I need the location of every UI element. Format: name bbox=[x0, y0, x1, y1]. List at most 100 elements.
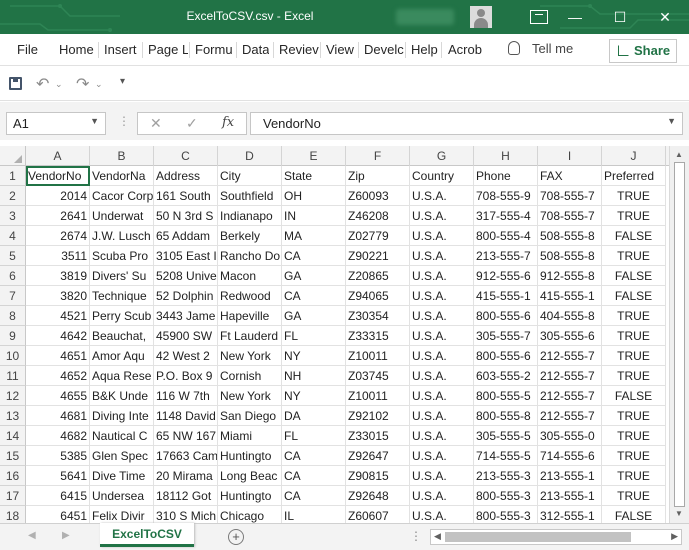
scroll-right-icon[interactable]: ▶ bbox=[671, 531, 678, 542]
table-cell[interactable]: Z03745 bbox=[346, 366, 410, 386]
header-cell[interactable]: Country bbox=[410, 166, 474, 186]
table-cell[interactable]: Diving Inte bbox=[90, 406, 154, 426]
table-cell[interactable]: 310 S Mich bbox=[154, 506, 218, 523]
header-cell[interactable]: VendorNa bbox=[90, 166, 154, 186]
table-cell[interactable]: Z20865 bbox=[346, 266, 410, 286]
table-cell[interactable]: 912-555-6 bbox=[474, 266, 538, 286]
table-cell[interactable]: 800-555-3 bbox=[474, 506, 538, 523]
header-cell[interactable]: Phone bbox=[474, 166, 538, 186]
table-cell[interactable]: 2674 bbox=[26, 226, 90, 246]
table-cell[interactable]: TRUE bbox=[602, 326, 666, 346]
table-cell[interactable]: B&K Unde bbox=[90, 386, 154, 406]
cancel-icon[interactable]: ✕ bbox=[150, 115, 162, 132]
table-cell[interactable]: 708-555-9 bbox=[474, 186, 538, 206]
table-cell[interactable]: FALSE bbox=[602, 266, 666, 286]
column-header[interactable]: I bbox=[538, 146, 602, 166]
table-cell[interactable]: 65 NW 167 bbox=[154, 426, 218, 446]
table-cell[interactable]: Berkely bbox=[218, 226, 282, 246]
table-cell[interactable]: TRUE bbox=[602, 486, 666, 506]
table-cell[interactable]: Technique bbox=[90, 286, 154, 306]
table-cell[interactable]: U.S.A. bbox=[410, 326, 474, 346]
table-cell[interactable]: U.S.A. bbox=[410, 446, 474, 466]
table-cell[interactable]: FALSE bbox=[602, 286, 666, 306]
table-cell[interactable]: 3105 East I bbox=[154, 246, 218, 266]
maximize-button[interactable]: ☐ bbox=[612, 8, 628, 26]
table-cell[interactable]: 404-555-8 bbox=[538, 306, 602, 326]
table-cell[interactable]: Z90221 bbox=[346, 246, 410, 266]
table-cell[interactable]: TRUE bbox=[602, 446, 666, 466]
table-cell[interactable]: 508-555-8 bbox=[538, 246, 602, 266]
table-cell[interactable]: Z46208 bbox=[346, 206, 410, 226]
customize-toolbar-icon[interactable]: ▾ bbox=[120, 76, 125, 87]
table-cell[interactable]: 800-555-8 bbox=[474, 406, 538, 426]
column-header[interactable]: A bbox=[26, 146, 90, 166]
table-cell[interactable]: DA bbox=[282, 406, 346, 426]
table-cell[interactable]: FALSE bbox=[602, 386, 666, 406]
table-cell[interactable]: TRUE bbox=[602, 406, 666, 426]
table-cell[interactable]: 65 Addam bbox=[154, 226, 218, 246]
table-cell[interactable]: 912-555-8 bbox=[538, 266, 602, 286]
enter-icon[interactable]: ✓ bbox=[186, 115, 198, 132]
table-cell[interactable]: CA bbox=[282, 246, 346, 266]
table-cell[interactable]: Rancho Do bbox=[218, 246, 282, 266]
table-cell[interactable]: 603-555-2 bbox=[474, 366, 538, 386]
vertical-scroll-thumb[interactable] bbox=[674, 162, 685, 507]
tab-file[interactable]: File bbox=[17, 42, 38, 57]
table-cell[interactable]: Ft Lauderd bbox=[218, 326, 282, 346]
tab-home[interactable]: Home bbox=[59, 42, 94, 57]
table-cell[interactable]: 20 Mirama bbox=[154, 466, 218, 486]
scroll-up-icon[interactable]: ▲ bbox=[675, 150, 683, 159]
table-cell[interactable]: IN bbox=[282, 206, 346, 226]
table-cell[interactable]: 415-555-1 bbox=[474, 286, 538, 306]
table-cell[interactable]: U.S.A. bbox=[410, 286, 474, 306]
redo-dropdown-icon[interactable]: ⌄ bbox=[95, 79, 103, 90]
table-cell[interactable]: Amor Aqu bbox=[90, 346, 154, 366]
tell-me-search[interactable]: Tell me bbox=[508, 41, 573, 56]
header-cell[interactable]: Preferred bbox=[602, 166, 666, 186]
table-cell[interactable]: 4652 bbox=[26, 366, 90, 386]
table-cell[interactable]: 305-555-7 bbox=[474, 326, 538, 346]
table-cell[interactable]: Huntingto bbox=[218, 446, 282, 466]
table-cell[interactable]: 4642 bbox=[26, 326, 90, 346]
table-cell[interactable]: J.W. Lusch bbox=[90, 226, 154, 246]
table-cell[interactable]: GA bbox=[282, 306, 346, 326]
table-cell[interactable]: FL bbox=[282, 326, 346, 346]
table-cell[interactable]: U.S.A. bbox=[410, 486, 474, 506]
table-cell[interactable]: 800-555-6 bbox=[474, 306, 538, 326]
table-cell[interactable]: 5385 bbox=[26, 446, 90, 466]
tab-developer[interactable]: Develc bbox=[364, 42, 404, 57]
table-cell[interactable]: 4682 bbox=[26, 426, 90, 446]
table-cell[interactable]: 3511 bbox=[26, 246, 90, 266]
table-cell[interactable]: Z33015 bbox=[346, 426, 410, 446]
table-cell[interactable]: 6451 bbox=[26, 506, 90, 523]
header-cell[interactable]: Address bbox=[154, 166, 218, 186]
table-cell[interactable]: Z30354 bbox=[346, 306, 410, 326]
table-cell[interactable]: 45900 SW bbox=[154, 326, 218, 346]
table-cell[interactable]: Felix Divir bbox=[90, 506, 154, 523]
table-cell[interactable]: Z10011 bbox=[346, 386, 410, 406]
row-header[interactable]: 18 bbox=[0, 506, 26, 523]
table-cell[interactable]: MA bbox=[282, 226, 346, 246]
tab-insert[interactable]: Insert bbox=[104, 42, 137, 57]
table-cell[interactable]: 5641 bbox=[26, 466, 90, 486]
expand-formula-bar-icon[interactable]: ▼ bbox=[667, 116, 676, 126]
tab-formulas[interactable]: Formu bbox=[195, 42, 235, 57]
vertical-scrollbar[interactable]: ▲ ▼ bbox=[669, 146, 689, 523]
table-cell[interactable]: 312-555-1 bbox=[538, 506, 602, 523]
table-cell[interactable]: 42 West 2 bbox=[154, 346, 218, 366]
table-cell[interactable]: Underwat bbox=[90, 206, 154, 226]
table-cell[interactable]: 52 Dolphin bbox=[154, 286, 218, 306]
table-cell[interactable]: 415-555-1 bbox=[538, 286, 602, 306]
table-cell[interactable]: NY bbox=[282, 386, 346, 406]
table-cell[interactable]: Z33315 bbox=[346, 326, 410, 346]
table-cell[interactable]: Hapeville bbox=[218, 306, 282, 326]
table-cell[interactable]: 800-555-3 bbox=[474, 486, 538, 506]
table-cell[interactable]: New York bbox=[218, 346, 282, 366]
table-cell[interactable]: 3819 bbox=[26, 266, 90, 286]
table-cell[interactable]: 213-555-1 bbox=[538, 466, 602, 486]
sheet-tab[interactable]: ExcelToCSV bbox=[100, 523, 194, 547]
row-header[interactable]: 5 bbox=[0, 246, 26, 266]
row-header[interactable]: 11 bbox=[0, 366, 26, 386]
table-cell[interactable]: Southfield bbox=[218, 186, 282, 206]
horizontal-scrollbar[interactable]: ◀ ▶ bbox=[430, 529, 682, 545]
